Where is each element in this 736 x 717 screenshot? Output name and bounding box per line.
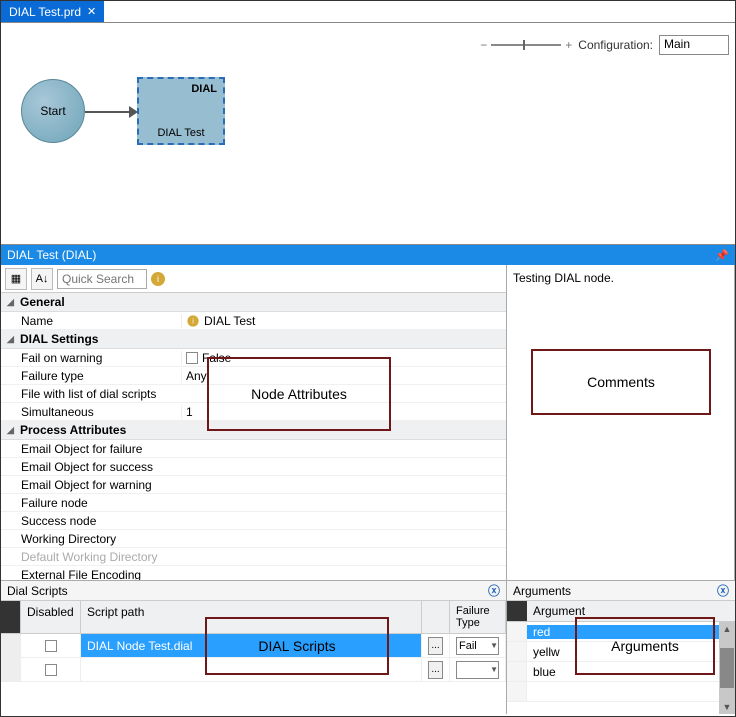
tab-title: DIAL Test.prd — [9, 5, 81, 19]
annotation-node-attributes: Node Attributes — [207, 357, 391, 431]
row-handle[interactable] — [507, 682, 527, 701]
browse-button[interactable]: ... — [428, 637, 443, 655]
close-panel-icon[interactable]: ⓧ — [717, 582, 729, 599]
browse-button[interactable]: ... — [428, 661, 443, 679]
properties-row: ▦ A↓ i ◢General Name iDIAL Test ◢DIAL Se… — [1, 265, 735, 580]
bottom-row: Dial Scripts ⓧ Disabled Script path Fail… — [1, 580, 735, 714]
disabled-cell[interactable] — [21, 658, 81, 681]
panel-title-bar: DIAL Test (DIAL) 📌 — [1, 245, 735, 265]
category-general[interactable]: ◢General — [1, 293, 506, 312]
dial-node-label: DIAL Test — [157, 127, 204, 139]
prop-default-working-directory: Default Working Directory — [1, 548, 506, 566]
tab-bar: DIAL Test.prd ✕ — [1, 1, 735, 23]
checkbox-icon[interactable] — [45, 640, 57, 652]
prop-failure-node[interactable]: Failure node — [1, 494, 506, 512]
attributes-toolbar: ▦ A↓ i — [1, 265, 506, 293]
scroll-up-icon[interactable]: ▲ — [721, 622, 734, 636]
failure-type-cell[interactable]: ▼ — [450, 658, 506, 681]
dial-scripts-panel: Dial Scripts ⓧ Disabled Script path Fail… — [1, 581, 507, 714]
row-handle[interactable] — [507, 642, 527, 661]
comments-column: Testing DIAL node. Comments — [507, 265, 735, 580]
comments-text[interactable]: Testing DIAL node. — [507, 265, 734, 580]
pin-icon[interactable]: 📌 — [715, 249, 729, 262]
failure-type-cell[interactable]: Fail▼ — [450, 634, 506, 657]
slider-thumb[interactable] — [523, 40, 525, 50]
property-grid[interactable]: ◢General Name iDIAL Test ◢DIAL Settings … — [1, 293, 506, 580]
plus-icon[interactable]: + — [565, 38, 572, 52]
categorize-button[interactable]: ▦ — [5, 268, 27, 290]
checkbox-icon[interactable] — [186, 352, 198, 364]
slider-track[interactable] — [491, 44, 561, 46]
col-failure-type[interactable]: Failure Type — [450, 601, 506, 633]
prop-email-success[interactable]: Email Object for success — [1, 458, 506, 476]
minus-icon[interactable]: − — [480, 38, 487, 52]
config-select[interactable]: Main — [659, 35, 729, 55]
connector-line[interactable] — [85, 111, 135, 113]
row-handle[interactable] — [507, 662, 527, 681]
config-strip: − + Configuration: Main — [480, 35, 729, 55]
info-icon[interactable]: i — [151, 272, 165, 286]
prop-email-warning[interactable]: Email Object for warning — [1, 476, 506, 494]
category-dial-settings[interactable]: ◢DIAL Settings — [1, 330, 506, 349]
failure-type-select[interactable]: ▼ — [456, 661, 499, 679]
annotation-arguments: Arguments — [575, 617, 715, 675]
scrollbar[interactable]: ▲ ▼ — [719, 622, 735, 714]
close-icon[interactable]: ✕ — [87, 5, 96, 18]
row-handle[interactable] — [507, 622, 527, 641]
prop-name[interactable]: Name iDIAL Test — [1, 312, 506, 330]
prop-external-file-encoding[interactable]: External File Encoding — [1, 566, 506, 580]
failure-type-select[interactable]: Fail▼ — [456, 637, 499, 655]
close-panel-icon[interactable]: ⓧ — [488, 582, 500, 599]
scroll-thumb[interactable] — [720, 648, 734, 688]
prop-email-failure[interactable]: Email Object for failure — [1, 440, 506, 458]
chevron-down-icon: ▼ — [490, 641, 498, 650]
chevron-down-icon: ▼ — [490, 665, 498, 674]
file-tab[interactable]: DIAL Test.prd ✕ — [1, 1, 104, 22]
arguments-header: Arguments ⓧ — [507, 581, 735, 601]
scroll-down-icon[interactable]: ▼ — [721, 700, 734, 714]
dial-node[interactable]: DIAL DIAL Test — [137, 77, 225, 145]
panel-title: DIAL Test (DIAL) — [7, 248, 96, 262]
corner-icon — [1, 601, 21, 633]
config-label: Configuration: — [578, 38, 653, 52]
attributes-column: ▦ A↓ i ◢General Name iDIAL Test ◢DIAL Se… — [1, 265, 507, 580]
corner-icon — [507, 601, 527, 621]
canvas-area[interactable]: − + Configuration: Main Start DIAL DIAL … — [1, 23, 735, 245]
start-node[interactable]: Start — [21, 79, 85, 143]
browse-cell: ... — [422, 634, 450, 657]
disabled-cell[interactable] — [21, 634, 81, 657]
list-item[interactable] — [507, 682, 735, 702]
dial-scripts-header: Dial Scripts ⓧ — [1, 581, 506, 601]
checkbox-icon[interactable] — [45, 664, 57, 676]
row-handle[interactable] — [1, 634, 21, 657]
annotation-comments: Comments — [531, 349, 711, 415]
dial-node-type: DIAL — [191, 83, 223, 95]
col-browse — [422, 601, 450, 633]
zoom-slider[interactable]: − + — [480, 38, 572, 52]
prop-success-node[interactable]: Success node — [1, 512, 506, 530]
row-handle[interactable] — [1, 658, 21, 681]
browse-cell: ... — [422, 658, 450, 681]
annotation-dial-scripts: DIAL Scripts — [205, 617, 389, 675]
search-input[interactable] — [57, 269, 147, 289]
col-disabled[interactable]: Disabled — [21, 601, 81, 633]
sort-button[interactable]: A↓ — [31, 268, 53, 290]
info-icon: i — [187, 315, 198, 326]
prop-working-directory[interactable]: Working Directory — [1, 530, 506, 548]
arguments-panel: Arguments ⓧ Argument red yellw blue ▲ ▼ … — [507, 581, 735, 714]
